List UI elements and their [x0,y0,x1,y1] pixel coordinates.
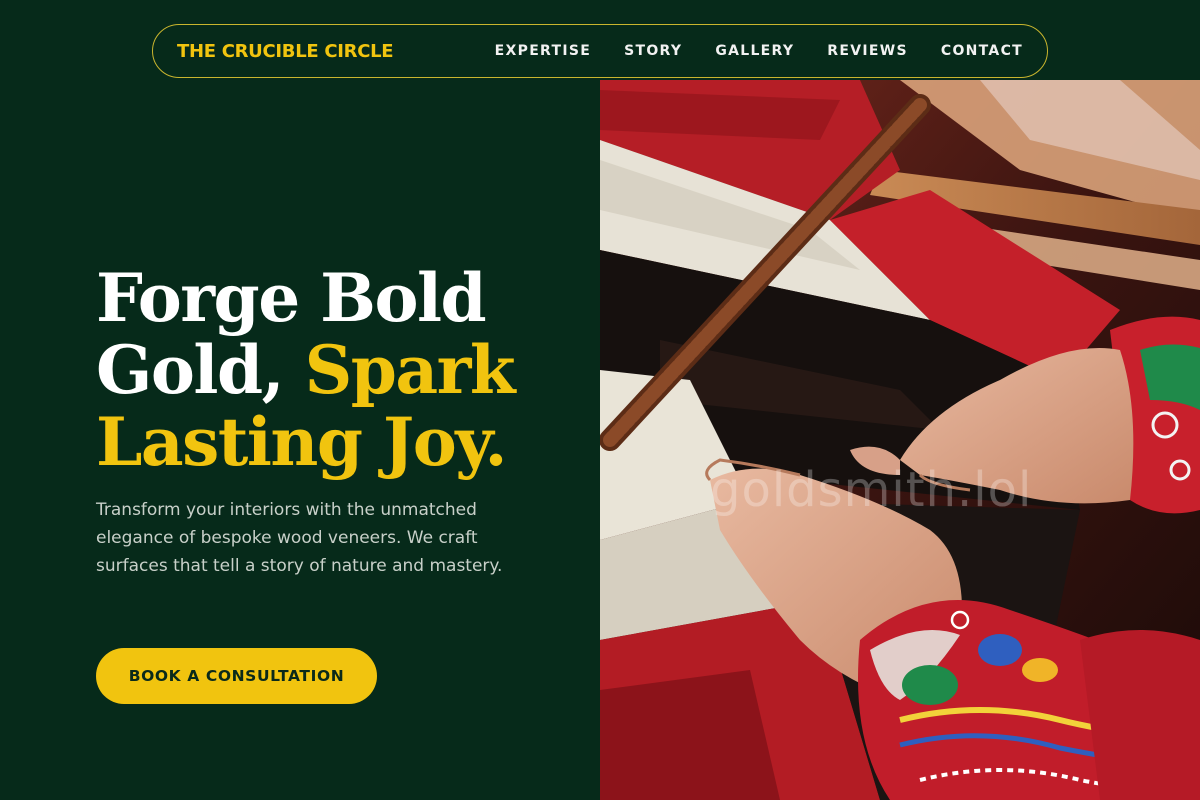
nav-links: EXPERTISE STORY GALLERY REVIEWS CONTACT [495,43,1023,59]
nav-link-story[interactable]: STORY [624,43,682,59]
hero-image-weaving: goldsmith.lol [600,80,1200,800]
nav-link-contact[interactable]: CONTACT [941,43,1023,59]
weaving-illustration [600,80,1200,800]
hero-heading: Forge Bold Gold, Spark Lasting Joy. [96,262,556,478]
nav-link-expertise[interactable]: EXPERTISE [495,43,591,59]
hero-heading-line2-gold: Spark [304,331,516,409]
hero-heading-line3-gold: Lasting Joy. [96,403,508,481]
nav-link-gallery[interactable]: GALLERY [715,43,794,59]
hero-description: Transform your interiors with the unmatc… [96,500,503,576]
hero-heading-line1: Forge Bold [96,259,487,337]
brand-logo-text[interactable]: THE CRUCIBLE CIRCLE [177,41,394,62]
main-navbar: THE CRUCIBLE CIRCLE EXPERTISE STORY GALL… [152,24,1048,78]
hero-heading-line2-white: Gold, [96,331,305,409]
nav-link-reviews[interactable]: REVIEWS [827,43,908,59]
book-consultation-button[interactable]: BOOK A CONSULTATION [96,648,377,704]
